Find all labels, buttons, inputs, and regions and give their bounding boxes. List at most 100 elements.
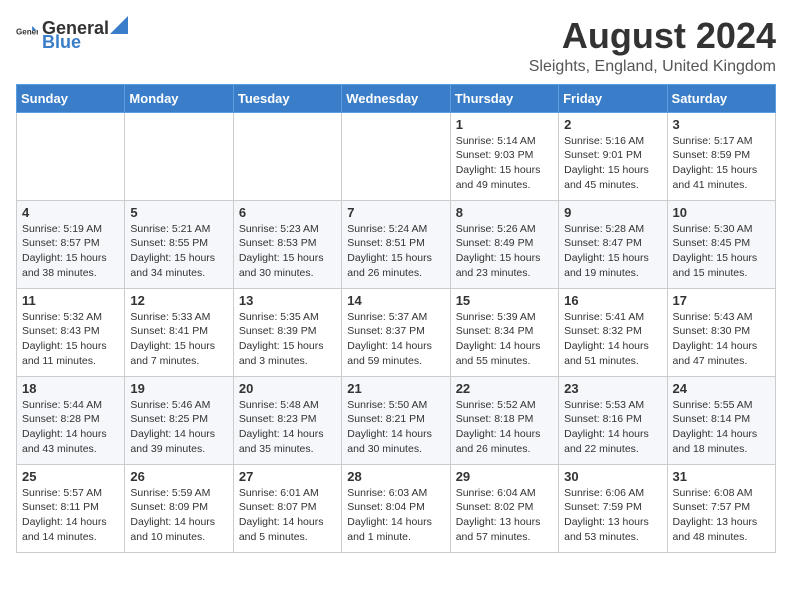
day-number: 31: [673, 469, 770, 484]
daylight-text: Daylight: 13 hours and 57 minutes.: [456, 515, 553, 544]
column-header-wednesday: Wednesday: [342, 84, 450, 112]
day-number: 11: [22, 293, 119, 308]
cell-content: Sunrise: 5:43 AMSunset: 8:30 PMDaylight:…: [673, 310, 770, 369]
daylight-text: Daylight: 14 hours and 55 minutes.: [456, 339, 553, 368]
cell-content: Sunrise: 5:44 AMSunset: 8:28 PMDaylight:…: [22, 398, 119, 457]
day-number: 10: [673, 205, 770, 220]
daylight-text: Daylight: 13 hours and 53 minutes.: [564, 515, 661, 544]
sunset-text: Sunset: 8:43 PM: [22, 324, 119, 339]
cell-content: Sunrise: 5:16 AMSunset: 9:01 PMDaylight:…: [564, 134, 661, 193]
sunset-text: Sunset: 8:21 PM: [347, 412, 444, 427]
sunset-text: Sunset: 8:55 PM: [130, 236, 227, 251]
calendar-cell: 2Sunrise: 5:16 AMSunset: 9:01 PMDaylight…: [559, 112, 667, 200]
calendar-cell: 23Sunrise: 5:53 AMSunset: 8:16 PMDayligh…: [559, 376, 667, 464]
calendar-cell: 7Sunrise: 5:24 AMSunset: 8:51 PMDaylight…: [342, 200, 450, 288]
sunrise-text: Sunrise: 5:23 AM: [239, 222, 336, 237]
daylight-text: Daylight: 15 hours and 15 minutes.: [673, 251, 770, 280]
daylight-text: Daylight: 15 hours and 45 minutes.: [564, 163, 661, 192]
sunset-text: Sunset: 8:30 PM: [673, 324, 770, 339]
sunset-text: Sunset: 8:41 PM: [130, 324, 227, 339]
logo-icon: General: [16, 23, 38, 45]
day-number: 5: [130, 205, 227, 220]
sunrise-text: Sunrise: 5:43 AM: [673, 310, 770, 325]
sunrise-text: Sunrise: 5:37 AM: [347, 310, 444, 325]
sunrise-text: Sunrise: 5:59 AM: [130, 486, 227, 501]
sunrise-text: Sunrise: 5:30 AM: [673, 222, 770, 237]
column-header-tuesday: Tuesday: [233, 84, 341, 112]
column-header-friday: Friday: [559, 84, 667, 112]
daylight-text: Daylight: 15 hours and 23 minutes.: [456, 251, 553, 280]
title-section: August 2024 Sleights, England, United Ki…: [529, 16, 776, 76]
sunset-text: Sunset: 8:16 PM: [564, 412, 661, 427]
cell-content: Sunrise: 5:41 AMSunset: 8:32 PMDaylight:…: [564, 310, 661, 369]
daylight-text: Daylight: 15 hours and 19 minutes.: [564, 251, 661, 280]
cell-content: Sunrise: 6:01 AMSunset: 8:07 PMDaylight:…: [239, 486, 336, 545]
day-number: 14: [347, 293, 444, 308]
daylight-text: Daylight: 15 hours and 26 minutes.: [347, 251, 444, 280]
daylight-text: Daylight: 14 hours and 35 minutes.: [239, 427, 336, 456]
day-number: 8: [456, 205, 553, 220]
cell-content: Sunrise: 5:33 AMSunset: 8:41 PMDaylight:…: [130, 310, 227, 369]
cell-content: Sunrise: 5:21 AMSunset: 8:55 PMDaylight:…: [130, 222, 227, 281]
daylight-text: Daylight: 15 hours and 38 minutes.: [22, 251, 119, 280]
cell-content: Sunrise: 6:08 AMSunset: 7:57 PMDaylight:…: [673, 486, 770, 545]
sunset-text: Sunset: 8:53 PM: [239, 236, 336, 251]
daylight-text: Daylight: 14 hours and 10 minutes.: [130, 515, 227, 544]
calendar-cell: 13Sunrise: 5:35 AMSunset: 8:39 PMDayligh…: [233, 288, 341, 376]
cell-content: Sunrise: 6:03 AMSunset: 8:04 PMDaylight:…: [347, 486, 444, 545]
calendar-cell: 10Sunrise: 5:30 AMSunset: 8:45 PMDayligh…: [667, 200, 775, 288]
sunrise-text: Sunrise: 6:08 AM: [673, 486, 770, 501]
sunrise-text: Sunrise: 5:41 AM: [564, 310, 661, 325]
page-header: General General Blue August 2024 Sleight…: [16, 16, 776, 76]
cell-content: Sunrise: 5:19 AMSunset: 8:57 PMDaylight:…: [22, 222, 119, 281]
calendar-cell: 20Sunrise: 5:48 AMSunset: 8:23 PMDayligh…: [233, 376, 341, 464]
sunset-text: Sunset: 8:51 PM: [347, 236, 444, 251]
day-number: 23: [564, 381, 661, 396]
sunset-text: Sunset: 8:14 PM: [673, 412, 770, 427]
calendar-cell: 26Sunrise: 5:59 AMSunset: 8:09 PMDayligh…: [125, 464, 233, 552]
daylight-text: Daylight: 14 hours and 30 minutes.: [347, 427, 444, 456]
sunset-text: Sunset: 8:11 PM: [22, 500, 119, 515]
calendar-cell: 9Sunrise: 5:28 AMSunset: 8:47 PMDaylight…: [559, 200, 667, 288]
sunrise-text: Sunrise: 5:48 AM: [239, 398, 336, 413]
day-number: 27: [239, 469, 336, 484]
day-number: 16: [564, 293, 661, 308]
cell-content: Sunrise: 5:52 AMSunset: 8:18 PMDaylight:…: [456, 398, 553, 457]
daylight-text: Daylight: 14 hours and 22 minutes.: [564, 427, 661, 456]
daylight-text: Daylight: 14 hours and 43 minutes.: [22, 427, 119, 456]
calendar-cell: 1Sunrise: 5:14 AMSunset: 9:03 PMDaylight…: [450, 112, 558, 200]
day-number: 3: [673, 117, 770, 132]
daylight-text: Daylight: 14 hours and 5 minutes.: [239, 515, 336, 544]
cell-content: Sunrise: 5:35 AMSunset: 8:39 PMDaylight:…: [239, 310, 336, 369]
day-number: 24: [673, 381, 770, 396]
sunrise-text: Sunrise: 6:06 AM: [564, 486, 661, 501]
sunrise-text: Sunrise: 5:39 AM: [456, 310, 553, 325]
daylight-text: Daylight: 14 hours and 47 minutes.: [673, 339, 770, 368]
cell-content: Sunrise: 5:24 AMSunset: 8:51 PMDaylight:…: [347, 222, 444, 281]
daylight-text: Daylight: 14 hours and 18 minutes.: [673, 427, 770, 456]
cell-content: Sunrise: 6:06 AMSunset: 7:59 PMDaylight:…: [564, 486, 661, 545]
cell-content: Sunrise: 6:04 AMSunset: 8:02 PMDaylight:…: [456, 486, 553, 545]
week-row-3: 11Sunrise: 5:32 AMSunset: 8:43 PMDayligh…: [17, 288, 776, 376]
week-row-4: 18Sunrise: 5:44 AMSunset: 8:28 PMDayligh…: [17, 376, 776, 464]
daylight-text: Daylight: 14 hours and 51 minutes.: [564, 339, 661, 368]
sunset-text: Sunset: 7:59 PM: [564, 500, 661, 515]
daylight-text: Daylight: 15 hours and 41 minutes.: [673, 163, 770, 192]
cell-content: Sunrise: 5:46 AMSunset: 8:25 PMDaylight:…: [130, 398, 227, 457]
sunrise-text: Sunrise: 5:57 AM: [22, 486, 119, 501]
cell-content: Sunrise: 5:26 AMSunset: 8:49 PMDaylight:…: [456, 222, 553, 281]
day-number: 15: [456, 293, 553, 308]
sunrise-text: Sunrise: 5:46 AM: [130, 398, 227, 413]
daylight-text: Daylight: 15 hours and 7 minutes.: [130, 339, 227, 368]
cell-content: Sunrise: 5:39 AMSunset: 8:34 PMDaylight:…: [456, 310, 553, 369]
calendar-cell: 11Sunrise: 5:32 AMSunset: 8:43 PMDayligh…: [17, 288, 125, 376]
sunset-text: Sunset: 8:47 PM: [564, 236, 661, 251]
column-header-saturday: Saturday: [667, 84, 775, 112]
cell-content: Sunrise: 5:37 AMSunset: 8:37 PMDaylight:…: [347, 310, 444, 369]
main-title: August 2024: [529, 16, 776, 56]
sunset-text: Sunset: 8:07 PM: [239, 500, 336, 515]
cell-content: Sunrise: 5:28 AMSunset: 8:47 PMDaylight:…: [564, 222, 661, 281]
sunset-text: Sunset: 8:34 PM: [456, 324, 553, 339]
calendar-cell: 30Sunrise: 6:06 AMSunset: 7:59 PMDayligh…: [559, 464, 667, 552]
sunset-text: Sunset: 8:02 PM: [456, 500, 553, 515]
